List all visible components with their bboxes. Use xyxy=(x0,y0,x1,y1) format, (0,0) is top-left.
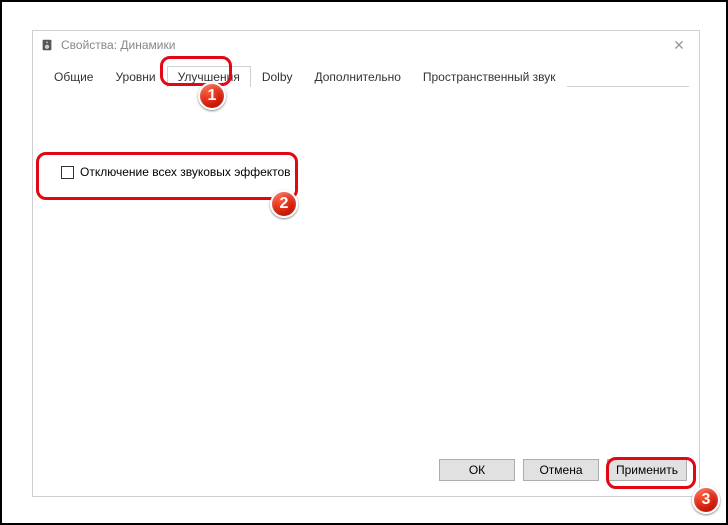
checkbox-box[interactable] xyxy=(61,166,74,179)
window-title: Свойства: Динамики xyxy=(61,38,175,52)
tab-content: Отключение всех звуковых эффектов xyxy=(43,87,689,452)
cancel-button[interactable]: Отмена xyxy=(523,459,599,481)
disable-effects-checkbox[interactable]: Отключение всех звуковых эффектов xyxy=(61,165,291,179)
tab-enhancements[interactable]: Улучшения xyxy=(167,66,251,87)
close-icon[interactable]: ✕ xyxy=(669,37,689,53)
tab-advanced[interactable]: Дополнительно xyxy=(304,66,412,87)
tabstrip: Общие Уровни Улучшения Dolby Дополнитель… xyxy=(43,65,689,87)
disable-effects-label: Отключение всех звуковых эффектов xyxy=(80,165,291,179)
speaker-icon xyxy=(39,37,55,53)
screenshot-frame: Свойства: Динамики ✕ Общие Уровни Улучше… xyxy=(0,0,728,525)
apply-button[interactable]: Применить xyxy=(607,459,687,481)
tab-dolby[interactable]: Dolby xyxy=(251,66,304,87)
tab-spatial-sound[interactable]: Пространственный звук xyxy=(412,66,567,87)
properties-window: Свойства: Динамики ✕ Общие Уровни Улучше… xyxy=(32,30,700,497)
dialog-footer: ОК Отмена Применить xyxy=(33,452,699,496)
tab-levels[interactable]: Уровни xyxy=(104,66,166,87)
titlebar: Свойства: Динамики ✕ xyxy=(33,31,699,59)
ok-button[interactable]: ОК xyxy=(439,459,515,481)
tab-general[interactable]: Общие xyxy=(43,66,104,87)
